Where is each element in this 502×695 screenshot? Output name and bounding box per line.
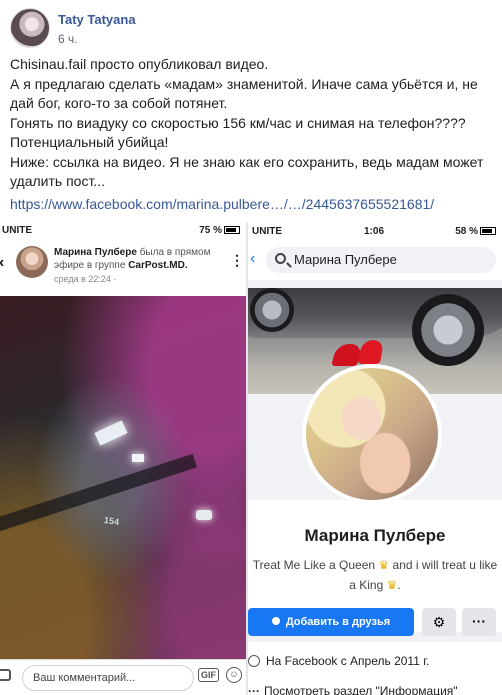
search-icon	[275, 253, 286, 264]
shoe-shape	[357, 340, 385, 364]
info-more-row[interactable]: ··· Посмотреть раздел "Информация"	[248, 684, 458, 695]
profile-name: Марина Пулбере	[304, 526, 446, 545]
author-avatar[interactable]	[10, 8, 50, 48]
poster-time: среда в 22:24 ·	[54, 274, 117, 284]
emoji-icon[interactable]: ☺	[226, 667, 242, 683]
battery-text: 75 %	[199, 225, 222, 236]
add-friend-label: Добавить в друзья	[285, 616, 391, 628]
back-arrow-icon[interactable]: ‹	[250, 250, 255, 268]
poster-line: Марина Пулбере была в прямом эфире в гру…	[54, 246, 224, 272]
search-value: Марина Пулбере	[294, 252, 397, 267]
gif-icon[interactable]: GIF	[198, 668, 219, 682]
crown-icon: ♛	[386, 578, 398, 592]
post-text: Chisinau.fail просто опубликовал видео. …	[10, 55, 496, 192]
dashboard-shape	[0, 453, 198, 533]
back-icon[interactable]: ‹	[0, 254, 4, 272]
info-since-row: На Facebook с Апрель 2011 г.	[248, 654, 429, 668]
post-line: Ниже: ссылка на видео. Я не знаю как его…	[10, 153, 484, 190]
comment-bar: Ваш комментарий... GIF ☺	[0, 659, 246, 695]
gear-icon: ⚙	[432, 614, 446, 630]
battery-indicator: 75 %	[199, 225, 240, 236]
profile-info: На Facebook с Апрель 2011 г. ··· Посмотре…	[248, 642, 502, 695]
crown-icon: ♛	[378, 558, 390, 572]
light-flare	[132, 454, 144, 462]
add-friend-button[interactable]: Добавить в друзья	[248, 608, 414, 636]
camera-icon[interactable]	[0, 669, 11, 681]
light-flare	[196, 510, 212, 520]
video-link[interactable]: https://www.facebook.com/marina.pulbere……	[10, 196, 434, 212]
post-line: Chisinau.fail просто опубликовал видео.	[10, 56, 269, 72]
right-screenshot[interactable]: UNITE 1:06 58 % ‹ Марина Пулбере Марина …	[248, 222, 502, 695]
info-more-text: Посмотреть раздел "Информация"	[264, 684, 458, 695]
status-bar: UNITE 75 %	[0, 222, 246, 240]
post-header: Taty Tatyana 6 ч.	[10, 8, 490, 50]
speed-readout: 154	[103, 515, 120, 527]
poster-name[interactable]: Марина Пулбере	[54, 247, 137, 258]
more-options-icon[interactable]: ⋮	[230, 252, 244, 269]
more-button[interactable]: ···	[462, 608, 496, 636]
battery-icon	[224, 226, 240, 235]
carrier: UNITE	[2, 225, 32, 236]
more-dots-icon: ···	[472, 613, 486, 629]
search-row: ‹ Марина Пулбере	[248, 240, 502, 280]
settings-button[interactable]: ⚙	[422, 608, 456, 636]
battery-icon	[480, 227, 496, 236]
post-line: Гонять по виадуку со скоростью 156 км/ча…	[10, 114, 466, 131]
battery-indicator: 58 %	[455, 226, 496, 237]
light-flare	[94, 420, 128, 446]
more-dots-icon: ···	[248, 684, 260, 695]
search-input[interactable]: Марина Пулбере	[266, 247, 496, 273]
info-since-text: На Facebook с Апрель 2011 г.	[266, 654, 430, 668]
video-header: ‹ Марина Пулбере была в прямом эфире в г…	[0, 240, 246, 296]
battery-text: 58 %	[455, 226, 478, 237]
left-screenshot[interactable]: UNITE 75 % ‹ Марина Пулбере была в прямо…	[0, 222, 246, 695]
clock-icon	[248, 655, 260, 667]
video-frame[interactable]: 154	[0, 296, 246, 659]
carrier: UNITE	[252, 226, 282, 237]
post-time[interactable]: 6 ч.	[58, 32, 78, 46]
post-line: Потенциальный убийца!	[10, 134, 169, 150]
group-name[interactable]: CarPost.MD.	[128, 260, 187, 271]
clock: 1:06	[364, 226, 385, 237]
bio-text: Treat Me Like a Queen	[252, 558, 376, 572]
profile-picture[interactable]	[302, 364, 442, 504]
status-bar: UNITE 1:06 58 %	[248, 222, 502, 240]
add-person-icon	[271, 617, 280, 625]
poster-avatar[interactable]	[16, 246, 48, 278]
post-line: А я предлагаю сделать «мадам» знаменитой…	[10, 75, 478, 112]
wheel-shape	[250, 288, 294, 332]
author-name[interactable]: Taty Tatyana	[58, 12, 136, 27]
comment-input[interactable]: Ваш комментарий...	[22, 665, 194, 691]
profile-bio: Treat Me Like a Queen ♛ and i will treat…	[252, 558, 498, 592]
wheel-shape	[412, 294, 484, 366]
